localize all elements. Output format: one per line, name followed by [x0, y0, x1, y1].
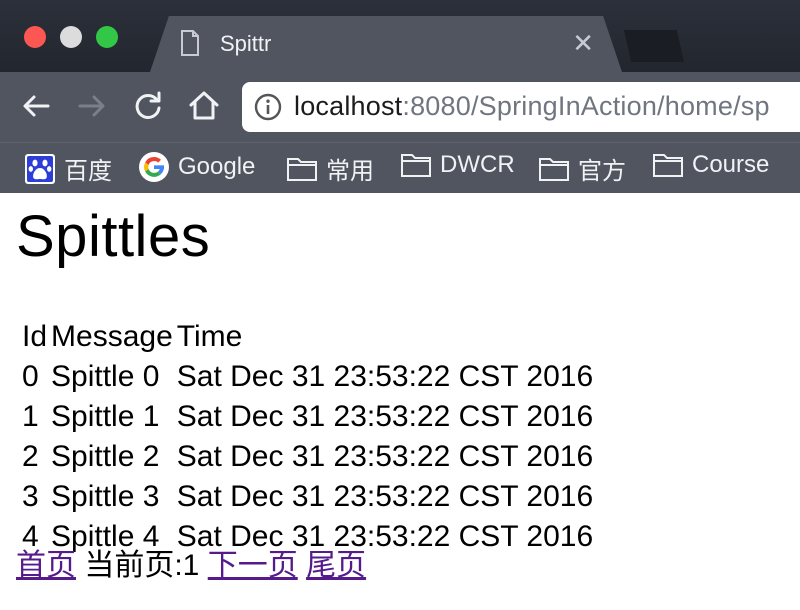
browser-toolbar: localhost:8080/SpringInAction/home/sp — [0, 72, 800, 142]
column-header-time: Time — [176, 320, 243, 353]
table-row: 0 Spittle 0 Sat Dec 31 23:53:22 CST 2016 — [22, 357, 593, 397]
bookmark-folder-course[interactable]: Course — [652, 151, 769, 179]
cell-id: 1 — [22, 400, 39, 433]
table-header-row: Id Message Time — [22, 317, 593, 357]
bookmark-label: 常用 — [326, 158, 374, 185]
cell-message: Spittle 0 — [51, 360, 160, 393]
close-window-button[interactable] — [24, 26, 46, 48]
cell-message: Spittle 3 — [51, 480, 160, 513]
url-path: :8080/SpringInAction/home/sp — [402, 91, 770, 121]
cell-message: Spittle 1 — [51, 400, 160, 433]
url-text: localhost:8080/SpringInAction/home/sp — [294, 91, 770, 122]
next-page-link[interactable]: 下一页 — [208, 549, 298, 582]
table-row: 3 Spittle 3 Sat Dec 31 23:53:22 CST 2016 — [22, 477, 593, 517]
folder-icon — [287, 157, 317, 181]
cell-time: Sat Dec 31 23:53:22 CST 2016 — [176, 360, 594, 393]
folder-icon — [539, 157, 569, 181]
folder-icon — [653, 154, 683, 177]
column-header-message: Message — [51, 320, 173, 353]
tab-spittr[interactable]: Spittr ✕ — [150, 16, 622, 72]
cell-id: 0 — [22, 360, 39, 393]
bookmarks-bar: 百度 Google 常用 DWCR 官方 Course — [0, 142, 800, 193]
baidu-icon — [25, 153, 55, 184]
bookmark-google[interactable]: Google — [138, 151, 255, 183]
reload-icon[interactable] — [130, 88, 166, 124]
first-page-link[interactable]: 首页 — [16, 549, 76, 582]
last-page-link[interactable]: 尾页 — [306, 549, 366, 582]
cell-message: Spittle 2 — [51, 440, 160, 473]
url-host: localhost — [294, 91, 403, 121]
bookmark-label: 百度 — [64, 158, 112, 185]
table-row: 1 Spittle 1 Sat Dec 31 23:53:22 CST 2016 — [22, 397, 593, 437]
bookmark-folder-dwcr[interactable]: DWCR — [400, 151, 515, 179]
back-arrow-icon[interactable] — [18, 88, 54, 124]
cell-time: Sat Dec 31 23:53:22 CST 2016 — [176, 480, 594, 513]
cell-time: Sat Dec 31 23:53:22 CST 2016 — [176, 440, 594, 473]
bookmark-label: DWCR — [440, 151, 515, 178]
pagination: 首页 当前页:1 下一页 尾页 — [16, 546, 366, 586]
window-titlebar: Spittr ✕ — [0, 0, 800, 72]
minimize-window-button[interactable] — [60, 26, 82, 48]
tab-title: Spittr — [220, 31, 272, 56]
cell-id: 2 — [22, 440, 39, 473]
bookmark-label: Google — [178, 153, 256, 180]
home-icon[interactable] — [186, 88, 222, 124]
page-icon — [181, 30, 199, 56]
bookmark-folder-frequent[interactable]: 常用 — [286, 151, 374, 186]
forward-arrow-icon[interactable] — [74, 88, 110, 124]
maximize-window-button[interactable] — [96, 26, 118, 48]
bookmark-folder-official[interactable]: 官方 — [538, 151, 626, 186]
window-controls — [24, 26, 118, 48]
tab-close-icon[interactable]: ✕ — [572, 28, 594, 59]
column-header-id: Id — [22, 320, 48, 353]
page-title: Spittles — [16, 204, 211, 269]
address-bar[interactable]: localhost:8080/SpringInAction/home/sp — [242, 82, 800, 132]
current-page-label: 当前页:1 — [84, 549, 200, 582]
table-row: 2 Spittle 2 Sat Dec 31 23:53:22 CST 2016 — [22, 437, 593, 477]
new-tab-button[interactable] — [624, 30, 684, 62]
google-icon — [139, 152, 169, 182]
bookmark-label: 官方 — [578, 158, 626, 185]
folder-icon — [401, 154, 431, 177]
info-icon[interactable] — [254, 93, 282, 121]
bookmark-baidu[interactable]: 百度 — [24, 151, 112, 186]
spittles-table: Id Message Time 0 Spittle 0 Sat Dec 31 2… — [18, 317, 597, 557]
bookmark-label: Course — [692, 151, 770, 178]
cell-id: 3 — [22, 480, 39, 513]
cell-time: Sat Dec 31 23:53:22 CST 2016 — [176, 400, 594, 433]
